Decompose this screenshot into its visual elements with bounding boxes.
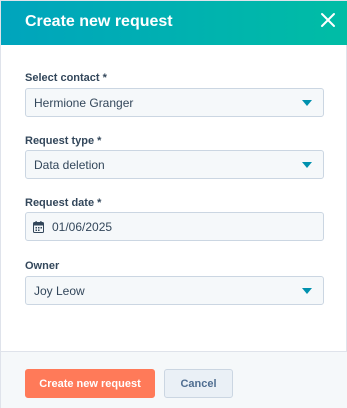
chevron-down-icon xyxy=(302,288,312,294)
owner-label: Owner xyxy=(25,260,60,272)
calendar-icon xyxy=(33,221,44,233)
select-contact-label: Select contact * xyxy=(25,72,107,84)
owner-value: Joy Leow xyxy=(34,284,85,298)
request-date-input[interactable]: 01/06/2025 xyxy=(25,212,324,241)
owner-dropdown[interactable]: Joy Leow xyxy=(25,276,324,305)
request-type-value: Data deletion xyxy=(34,158,105,172)
dialog-body: Select contact * Hermione Granger Reques… xyxy=(1,45,347,351)
close-icon[interactable] xyxy=(319,11,337,29)
select-contact-dropdown[interactable]: Hermione Granger xyxy=(25,88,324,117)
request-type-dropdown[interactable]: Data deletion xyxy=(25,150,324,179)
request-type-label: Request type * xyxy=(25,135,102,147)
dialog-title: Create new request xyxy=(25,13,173,30)
dialog-header: Create new request xyxy=(1,1,347,45)
chevron-down-icon xyxy=(302,162,312,168)
request-date-label: Request date * xyxy=(25,197,102,209)
create-request-dialog: Create new request Select contact * Herm… xyxy=(0,0,347,408)
request-date-value: 01/06/2025 xyxy=(52,220,113,234)
cancel-button[interactable]: Cancel xyxy=(164,369,233,398)
dialog-footer: Create new request Cancel xyxy=(1,351,347,408)
create-new-request-button[interactable]: Create new request xyxy=(25,369,155,398)
select-contact-value: Hermione Granger xyxy=(34,96,134,110)
chevron-down-icon xyxy=(302,100,312,106)
